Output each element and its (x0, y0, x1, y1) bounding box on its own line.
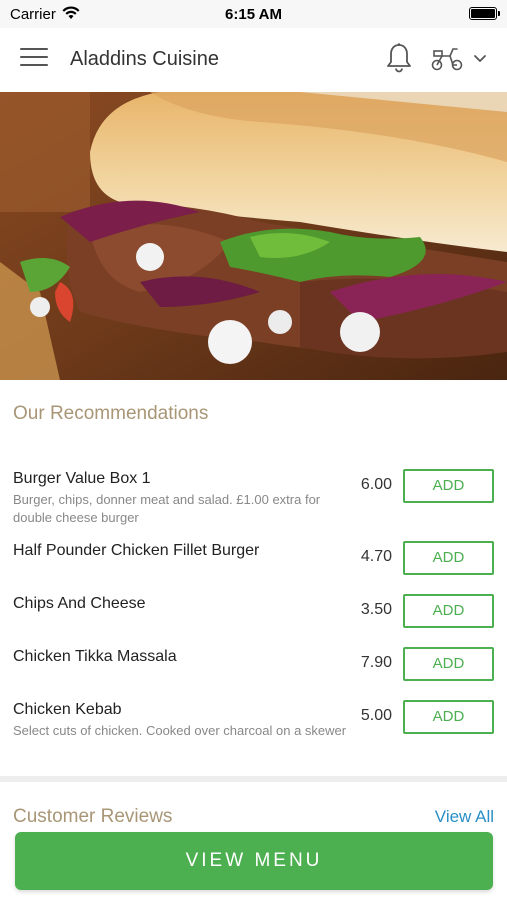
add-button[interactable]: ADD (403, 541, 494, 575)
section-divider (0, 776, 507, 782)
recommendations-section: Our Recommendations Burger Value Box 1 B… (0, 380, 507, 776)
hamburger-menu-icon[interactable] (20, 48, 48, 72)
status-time: 6:15 AM (225, 6, 282, 23)
menu-item-description: Burger, chips, donner meat and salad. £1… (13, 492, 321, 525)
menu-item-name: Half Pounder Chicken Fillet Burger (13, 542, 260, 559)
recommendations-title: Our Recommendations (13, 403, 209, 424)
view-menu-button[interactable]: VIEW MENU (15, 832, 493, 890)
menu-item-price: 6.00 (360, 476, 392, 493)
menu-item-name: Chicken Kebab (13, 701, 122, 718)
kebab-sandwich-photo (0, 92, 507, 380)
add-button[interactable]: ADD (403, 594, 494, 628)
add-button[interactable]: ADD (403, 647, 494, 681)
menu-item-price: 4.70 (360, 548, 392, 565)
menu-item-price: 7.90 (360, 654, 392, 671)
menu-item-description: Select cuts of chicken. Cooked over char… (13, 723, 347, 738)
menu-item-price: 3.50 (360, 601, 392, 618)
menu-item-name: Chips And Cheese (13, 595, 146, 612)
status-bar: Carrier 6:15 AM (0, 0, 507, 28)
restaurant-title: Aladdins Cuisine (70, 48, 219, 70)
add-button[interactable]: ADD (403, 469, 494, 503)
menu-item-name: Burger Value Box 1 (13, 470, 151, 487)
view-all-link[interactable]: View All (435, 807, 494, 827)
bell-icon[interactable] (385, 42, 413, 74)
menu-item-name: Chicken Tikka Massala (13, 648, 177, 665)
battery-icon (469, 7, 500, 20)
scooter-icon[interactable] (430, 46, 464, 72)
add-button[interactable]: ADD (403, 700, 494, 734)
app-header: Aladdins Cuisine (0, 28, 507, 92)
chevron-down-icon[interactable] (472, 52, 488, 64)
menu-item-price: 5.00 (360, 707, 392, 724)
customer-reviews-title: Customer Reviews (13, 806, 173, 827)
